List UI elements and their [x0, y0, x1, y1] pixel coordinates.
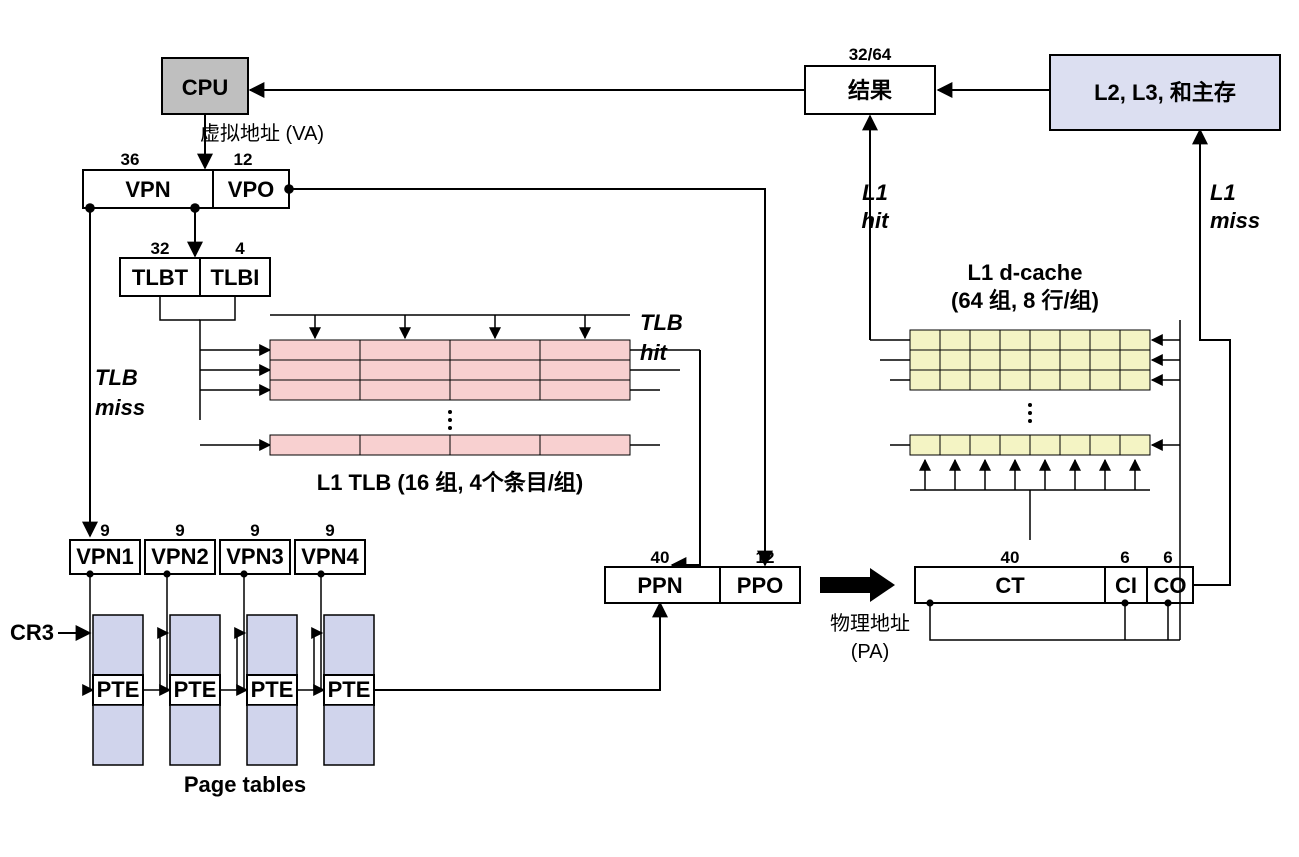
l1-miss-1: L1 — [1210, 180, 1236, 205]
vpo-bits: 12 — [234, 150, 253, 169]
tlbi-out — [200, 296, 235, 420]
pa-label-1: 物理地址 — [830, 612, 910, 635]
tlb-hit-to-ppn — [672, 350, 700, 565]
svg-text:PTE: PTE — [328, 677, 371, 702]
svg-text:9: 9 — [250, 521, 259, 540]
tlb-grid — [270, 315, 630, 455]
pa-arrow — [820, 568, 895, 602]
svg-text:PTE: PTE — [251, 677, 294, 702]
tlbt-out — [160, 296, 200, 320]
ppo-text: PPO — [737, 573, 783, 598]
ci-bits: 6 — [1120, 548, 1129, 567]
cache-grid — [910, 330, 1150, 455]
tlb-hit-1: TLB — [640, 310, 683, 335]
tlb-caption: L1 TLB (16 组, 4个条目/组) — [317, 470, 583, 495]
svg-text:PTE: PTE — [97, 677, 140, 702]
svg-text:9: 9 — [175, 521, 184, 540]
tlb-miss-2: miss — [95, 395, 145, 420]
vpn-parts: 9 VPN1 9 VPN2 9 VPN3 9 VPN4 — [70, 521, 365, 574]
pte-to-ppn — [374, 603, 660, 690]
tlbt-text: TLBT — [132, 265, 189, 290]
cpu-label: CPU — [182, 75, 228, 100]
svg-text:9: 9 — [100, 521, 109, 540]
svg-text:VPN4: VPN4 — [301, 544, 359, 569]
ct-text: CT — [995, 573, 1025, 598]
mem-text: L2, L3, 和主存 — [1094, 80, 1236, 105]
l1-hit-1: L1 — [862, 180, 888, 205]
svg-text:VPN3: VPN3 — [226, 544, 283, 569]
result-bits: 32/64 — [849, 45, 892, 64]
l1d-title: L1 d-cache — [968, 260, 1083, 285]
vpn-text: VPN — [125, 177, 170, 202]
ppo-bits: 12 — [756, 548, 775, 567]
cache-bottom-arrows — [910, 460, 1150, 540]
tlbi-text: TLBI — [211, 265, 260, 290]
tlbt-bits: 32 — [151, 239, 170, 258]
co-text: CO — [1154, 573, 1187, 598]
vpo-text: VPO — [228, 177, 274, 202]
ct-bits: 40 — [1001, 548, 1020, 567]
ppn-bits: 40 — [651, 548, 670, 567]
tlb-miss-1: TLB — [95, 365, 138, 390]
ct-bus — [930, 603, 1180, 640]
co-bits: 6 — [1163, 548, 1172, 567]
va-label: 虚拟地址 (VA) — [200, 122, 324, 145]
vpn-bits: 36 — [121, 150, 140, 169]
l1-hit-2: hit — [862, 208, 891, 233]
page-tables-caption: Page tables — [184, 772, 306, 797]
svg-text:9: 9 — [325, 521, 334, 540]
l1-miss-2: miss — [1210, 208, 1260, 233]
svg-text:PTE: PTE — [174, 677, 217, 702]
ci-text: CI — [1115, 573, 1137, 598]
tlbi-bits: 4 — [235, 239, 245, 258]
l1d-sub: (64 组, 8 行/组) — [951, 288, 1099, 313]
result-text: 结果 — [848, 78, 892, 103]
tlb-hit-2: hit — [640, 340, 669, 365]
page-tables: PTE PTE PTE PTE — [90, 574, 374, 765]
svg-text:VPN1: VPN1 — [76, 544, 133, 569]
cr3-label: CR3 — [10, 620, 54, 645]
ppn-text: PPN — [637, 573, 682, 598]
pa-label-2: (PA) — [851, 641, 890, 663]
svg-text:VPN2: VPN2 — [151, 544, 208, 569]
